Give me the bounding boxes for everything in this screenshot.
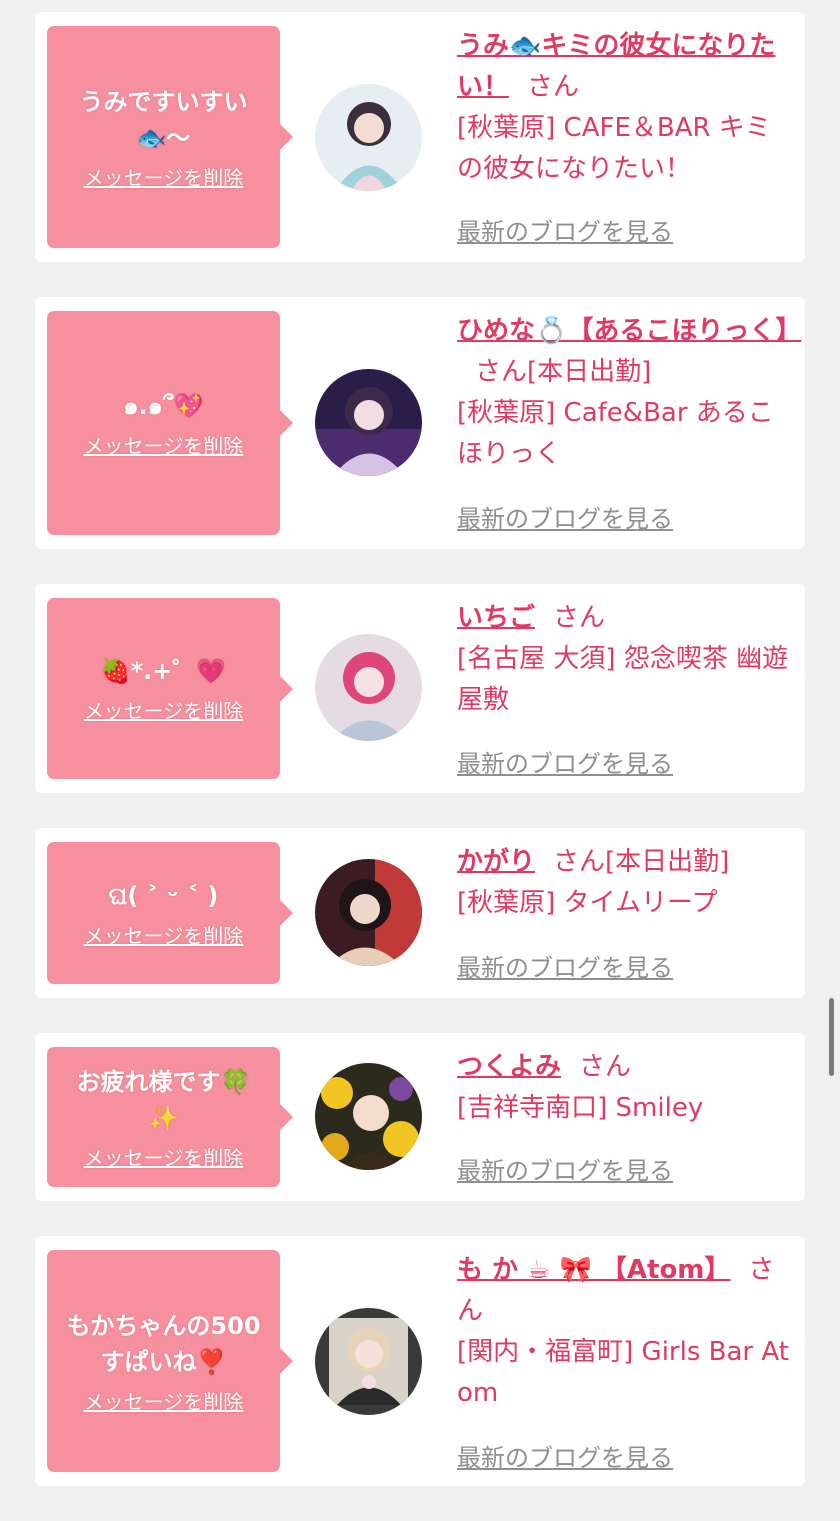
message-bubble: ଘ( ˃ ᵕ ˂ ) メッセージを削除 [47, 842, 293, 984]
cast-name-link[interactable]: ひめな💍【あるこほりっく】 [457, 316, 801, 346]
cast-name-line: いちご さん [457, 598, 791, 639]
message-text: ଘ( ˃ ᵕ ˂ ) [108, 881, 219, 910]
avatar-image [315, 859, 422, 966]
avatar[interactable] [315, 1308, 422, 1415]
avatar-image [315, 634, 422, 741]
message-text: うみですいすい🐟〜 [79, 87, 248, 152]
delete-message-link[interactable]: メッセージを削除 [84, 695, 244, 724]
cast-name-link[interactable]: も か ☕ 🎀 【Atom】 [457, 1255, 730, 1285]
cast-name-link[interactable]: かがり [457, 847, 535, 877]
avatar-image [315, 369, 422, 476]
delete-message-link[interactable]: メッセージを削除 [84, 1142, 244, 1171]
latest-blog-link[interactable]: 最新のブログを見る [457, 212, 673, 247]
message-bubble: ๑.๑՞💖 メッセージを削除 [47, 311, 293, 535]
delete-message-link[interactable]: メッセージを削除 [84, 920, 244, 949]
avatar[interactable] [315, 634, 422, 741]
message-card: もかちゃんの500すぱいね❣️ メッセージを削除 も か ☕ 🎀 【Atom】さ… [35, 1236, 805, 1486]
shop-name: [秋葉原] Cafe&Bar あるこほりっく [457, 398, 774, 469]
message-card: ଘ( ˃ ᵕ ˂ ) メッセージを削除 かがり さん[本日出勤] [秋葉原] タイ… [35, 828, 805, 998]
message-card: うみですいすい🐟〜 メッセージを削除 うみ🐟キミの彼女になりたい！ さん [秋葉原… [35, 12, 805, 262]
message-bubble: もかちゃんの500すぱいね❣️ メッセージを削除 [47, 1250, 293, 1472]
cast-name-link[interactable]: つくよみ [457, 1052, 561, 1082]
message-card: 🍓*.+゜💗 メッセージを削除 いちご さん [名古屋 大須] 怨念喫茶 幽遊屋敷… [35, 584, 805, 793]
shop-name: [吉祥寺南口] Smiley [457, 1093, 704, 1123]
message-card: ๑.๑՞💖 メッセージを削除 ひめな💍【あるこほりっく】さん[本日出勤] [秋葉… [35, 297, 805, 549]
status-tag: [本日出勤] [605, 847, 730, 877]
avatar[interactable] [315, 84, 422, 191]
honorific: さん [527, 72, 580, 102]
message-bubble: お疲れ様です🍀✨ メッセージを削除 [47, 1047, 293, 1187]
shop-name: [秋葉原] タイムリープ [457, 888, 718, 918]
cast-info: いちご さん [名古屋 大須] 怨念喫茶 幽遊屋敷 [457, 598, 791, 721]
honorific: さん [579, 1052, 632, 1082]
delete-message-link[interactable]: メッセージを削除 [84, 430, 244, 459]
shop-name: [名古屋 大須] 怨念喫茶 幽遊屋敷 [457, 644, 789, 715]
message-card: お疲れ様です🍀✨ メッセージを削除 つくよみ さん [吉祥寺南口] Smiley … [35, 1033, 805, 1201]
cast-name-link[interactable]: うみ🐟キミの彼女になりたい！ [457, 31, 775, 102]
cast-info: かがり さん[本日出勤] [秋葉原] タイムリープ [457, 842, 791, 924]
latest-blog-link[interactable]: 最新のブログを見る [457, 499, 673, 534]
latest-blog-link[interactable]: 最新のブログを見る [457, 948, 673, 983]
avatar[interactable] [315, 369, 422, 476]
avatar-image [315, 84, 422, 191]
cast-name-line: うみ🐟キミの彼女になりたい！ さん [457, 26, 791, 108]
shop-name: [秋葉原] CAFE＆BAR キミの彼女になりたい！ [457, 113, 771, 184]
message-text: ๑.๑՞💖 [123, 391, 204, 420]
cast-name-line: つくよみ さん [457, 1047, 791, 1088]
message-list: うみですいすい🐟〜 メッセージを削除 うみ🐟キミの彼女になりたい！ さん [秋葉原… [35, 12, 805, 1521]
cast-name-link[interactable]: いちご [457, 603, 535, 633]
honorific: さん [553, 603, 606, 633]
avatar[interactable] [315, 1063, 422, 1170]
cast-info: ひめな💍【あるこほりっく】さん[本日出勤] [秋葉原] Cafe&Bar あるこ… [457, 311, 801, 475]
latest-blog-link[interactable]: 最新のブログを見る [457, 744, 673, 779]
cast-name-line: も か ☕ 🎀 【Atom】 さん [457, 1250, 791, 1332]
avatar-image [315, 1308, 422, 1415]
cast-info: うみ🐟キミの彼女になりたい！ さん [秋葉原] CAFE＆BAR キミの彼女になり… [457, 26, 791, 190]
cast-name-line: ひめな💍【あるこほりっく】さん[本日出勤] [457, 311, 801, 393]
message-text: 🍓*.+゜💗 [100, 657, 227, 685]
delete-message-link[interactable]: メッセージを削除 [84, 1386, 244, 1415]
scrollbar[interactable] [829, 998, 834, 1076]
avatar[interactable] [315, 859, 422, 966]
avatar-image [315, 1063, 422, 1170]
message-bubble: 🍓*.+゜💗 メッセージを削除 [47, 598, 293, 779]
message-text: もかちゃんの500すぱいね❣️ [66, 1311, 261, 1376]
status-tag: [本日出勤] [527, 357, 652, 387]
shop-name: [関内・福富町] Girls Bar Atom [457, 1337, 789, 1408]
message-bubble: うみですいすい🐟〜 メッセージを削除 [47, 26, 293, 248]
honorific: さん [553, 847, 606, 877]
cast-name-line: かがり さん[本日出勤] [457, 842, 791, 883]
latest-blog-link[interactable]: 最新のブログを見る [457, 1438, 673, 1473]
cast-info: つくよみ さん [吉祥寺南口] Smiley [457, 1047, 791, 1129]
delete-message-link[interactable]: メッセージを削除 [84, 162, 244, 191]
cast-info: も か ☕ 🎀 【Atom】 さん [関内・福富町] Girls Bar Atom [457, 1250, 791, 1414]
latest-blog-link[interactable]: 最新のブログを見る [457, 1151, 673, 1186]
message-text: お疲れ様です🍀✨ [76, 1067, 251, 1132]
honorific: さん [475, 357, 528, 387]
